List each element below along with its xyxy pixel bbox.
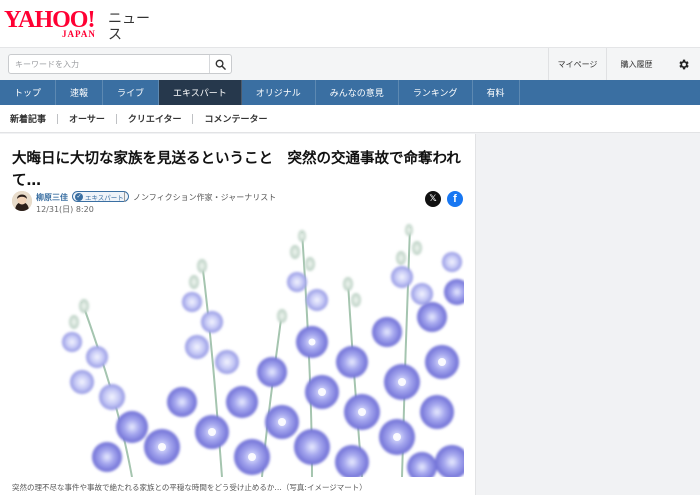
nav-tab-label: エキスパート [173, 89, 227, 99]
nav-tab-original[interactable]: オリジナル [242, 80, 316, 105]
nav-tab-label: 速報 [70, 89, 89, 99]
subnav-item-new-articles[interactable]: 新着記事 [10, 112, 46, 125]
expert-badge: ✓ エキスパート [72, 191, 129, 202]
facebook-icon: f [453, 193, 457, 205]
gear-icon [678, 59, 689, 69]
article-photo [12, 222, 464, 477]
service-name: ニュース [108, 11, 150, 43]
nav-tab-live[interactable]: ライブ [103, 80, 160, 105]
search-button[interactable] [209, 55, 231, 73]
logo-sub: JAPAN [62, 29, 96, 39]
search-icon [215, 59, 226, 70]
photo-caption: 突然の理不尽な事件や事故で絶たれる家族との平穏な時間をどう受け止めるか…（写真:… [12, 483, 367, 492]
article-title: 大晦日に大切な家族を見送るということ 突然の交通事故で命奪われて… [12, 151, 461, 189]
author-avatar[interactable] [12, 191, 32, 211]
nav-tab-label: ランキング [412, 89, 458, 99]
yahoo-news-logo[interactable]: YAHOO! JAPAN ニュース [4, 8, 154, 43]
delphinium-flowers-image [12, 222, 464, 477]
top-header: YAHOO! JAPAN ニュース [0, 0, 700, 47]
author-divider [124, 192, 125, 202]
subnav-item-commentators[interactable]: コメンテーター [204, 112, 267, 125]
share-facebook-button[interactable]: f [447, 191, 463, 207]
share-x-button[interactable]: 𝕏 [425, 191, 441, 207]
sub-nav: 新着記事 オーサー クリエイター コメンテーター [0, 105, 700, 133]
main-nav: トップ 速報 ライブ エキスパート オリジナル みんなの意見 ランキング 有料 [0, 80, 700, 105]
nav-tab-top[interactable]: トップ [0, 80, 57, 105]
subnav-item-authors[interactable]: オーサー [69, 112, 105, 125]
nav-tab-ranking[interactable]: ランキング [399, 80, 473, 105]
subnav-divider [57, 113, 59, 124]
publish-date: 12/31(日) 8:20 [36, 205, 94, 214]
purchase-history-link[interactable]: 購入履歴 [606, 48, 666, 80]
check-icon: ✓ [75, 192, 83, 201]
settings-button[interactable] [666, 48, 700, 80]
nav-tab-label: 有料 [486, 89, 505, 99]
author-title: ノンフィクション作家・ジャーナリスト [133, 193, 277, 202]
mypage-link[interactable]: マイページ [548, 48, 606, 80]
search-input[interactable] [9, 55, 207, 73]
article: 大晦日に大切な家族を見送るということ 突然の交通事故で命奪われて… 柳原三佳 ✓… [0, 134, 476, 495]
x-logo-icon: 𝕏 [429, 194, 437, 204]
mypage-label: マイページ [557, 59, 598, 69]
nav-tab-label: オリジナル [255, 89, 301, 99]
subnav-item-creators[interactable]: クリエイター [128, 112, 182, 125]
nav-tab-expert[interactable]: エキスパート [159, 80, 242, 105]
expert-badge-label: エキスパート [85, 193, 124, 202]
nav-tab-paid[interactable]: 有料 [473, 80, 520, 105]
subnav-divider [192, 113, 194, 124]
nav-tab-label: ライブ [117, 89, 145, 99]
nav-tab-breaking[interactable]: 速報 [56, 80, 104, 105]
nav-tab-label: みんなの意見 [329, 89, 384, 99]
nav-tab-opinions[interactable]: みんなの意見 [316, 80, 399, 105]
nav-tab-label: トップ [14, 89, 42, 99]
subnav-divider [115, 113, 117, 124]
search-box [8, 54, 232, 74]
purchase-history-label: 購入履歴 [620, 59, 653, 69]
avatar-image [12, 191, 32, 211]
author-name[interactable]: 柳原三佳 [36, 192, 68, 203]
search-row: マイページ 購入履歴 [0, 47, 700, 80]
